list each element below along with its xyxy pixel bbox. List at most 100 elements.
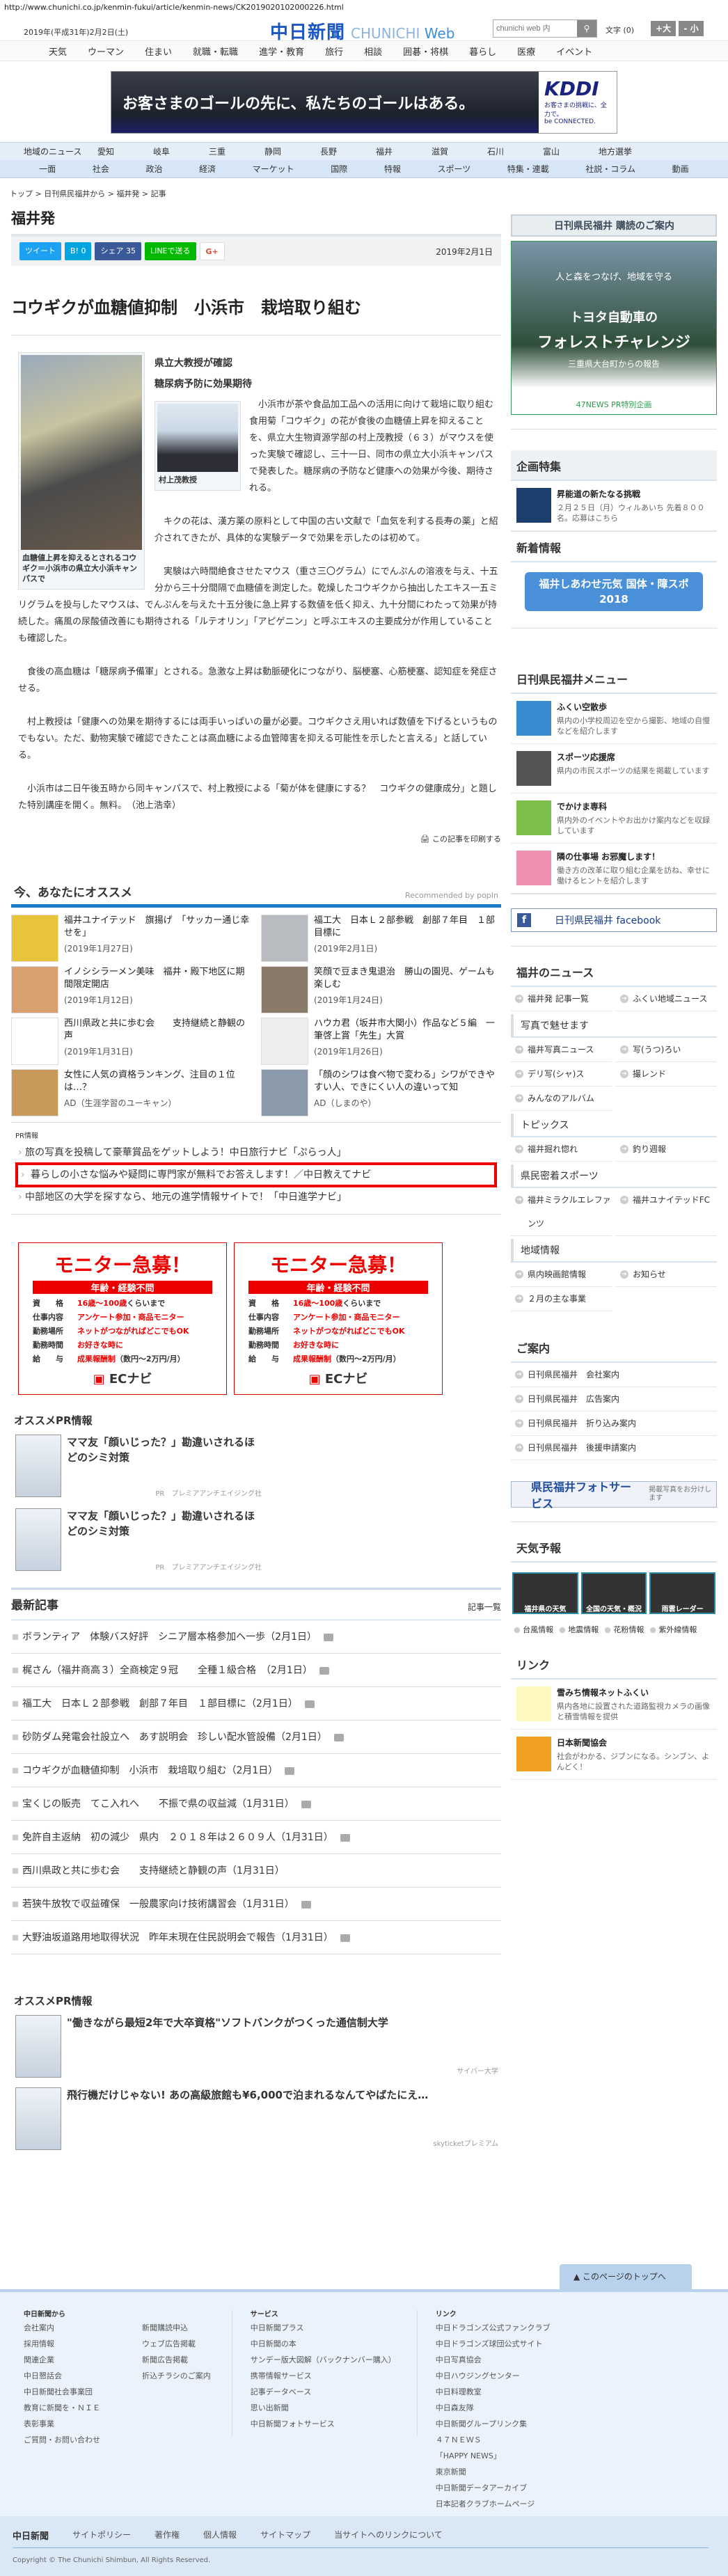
footer-link[interactable]: 記事データベース (251, 2384, 396, 2400)
link-item[interactable]: 日本新聞協会 社会がわかる、ジブンになる。シンブン、よんどく！ (511, 1730, 717, 1780)
pr-info-link[interactable]: 中部地区の大学を探すなら、地元の進学情報サイトで！「中日進学ナビ」 (15, 1187, 497, 1207)
latest-article-row[interactable]: ボランティア 体験バス好評 シニア層本格参加へ一歩（2月1日） (11, 1620, 501, 1654)
footer-link[interactable]: 日本記者クラブホームページ (436, 2496, 551, 2512)
footer-link[interactable]: 会社案内 (24, 2320, 100, 2336)
top-nav-item[interactable]: イベント (556, 45, 592, 58)
region-nav-item[interactable]: 愛知 (97, 145, 153, 157)
category-nav-item[interactable]: 政治 (145, 163, 162, 175)
category-nav-item[interactable]: 国際 (331, 163, 347, 175)
category-nav-item[interactable]: 経済 (199, 163, 216, 175)
recommend-item[interactable]: 福井ユナイテッド 旗揚げ 「サッカー通じ幸せを」 (2019年1月27日) (11, 915, 251, 962)
region-nav-item[interactable]: 静岡 (264, 145, 320, 157)
news-link[interactable]: 釣り週報 (616, 1137, 717, 1162)
pr-info-link[interactable]: 暮らしの小さな悩みや疑問に専門家が無料でお答えします！／中日教えてナビ (15, 1162, 497, 1187)
weather-link[interactable]: 地震情報 (559, 1624, 599, 1635)
menu-item[interactable]: ふくい空散歩 県内の小学校周辺を空から撮影、地域の自慢などを紹介します (511, 694, 717, 744)
footer-bottom-link[interactable]: 当サイトへのリンクについて (334, 2529, 443, 2542)
footer-link[interactable]: 中日ドラゴンズ公式ファンクラブ (436, 2320, 551, 2336)
category-nav-item[interactable]: スポーツ (437, 163, 470, 175)
kikaku-item[interactable]: 昇能道の新たなる挑戦 ２月２５日（月）ウィルあいち 先着８００名。応募はこちら (511, 481, 717, 531)
top-nav-item[interactable]: 旅行 (325, 45, 343, 58)
annai-link[interactable]: 日刊県民福井 広告案内 (511, 1387, 717, 1412)
footer-bottom-link[interactable]: サイトポリシー (72, 2529, 131, 2542)
facebook-banner[interactable]: f 日刊県民福井 facebook (511, 908, 717, 932)
region-nav-item[interactable]: 富山 (543, 145, 599, 157)
footer-link[interactable]: ウェブ広告掲載 (142, 2336, 211, 2352)
top-nav-item[interactable]: 進学・教育 (259, 45, 304, 58)
weather-link[interactable]: 花粉情報 (604, 1624, 644, 1635)
annai-link[interactable]: 日刊県民福井 後援申請案内 (511, 1436, 717, 1460)
recommend-item[interactable]: 西川県政と共に歩む会 支持継続と静観の声 (2019年1月31日) (11, 1018, 251, 1065)
footer-link[interactable]: サンデー版大図解（バックナンバー購入） (251, 2352, 396, 2368)
font-larger-button[interactable]: +大 (651, 21, 676, 36)
news-link[interactable]: ２月の主な事業 (511, 1287, 612, 1311)
portrait-photo[interactable]: 村上茂教授 (155, 401, 241, 491)
latest-article-row[interactable]: コウギクが血糖値抑制 小浜市 栽培取り組む（2月1日） (11, 1754, 501, 1787)
footer-link[interactable]: 中日ハウジングセンター (436, 2368, 551, 2384)
top-nav-item[interactable]: 住まい (145, 45, 172, 58)
article-photo[interactable]: 血糖値上昇を抑えるとされるコウギク＝小浜市の県立大小浜キャンパスで (18, 352, 145, 590)
news-link[interactable]: 福井掘れ惚れ (511, 1137, 612, 1162)
footer-link[interactable]: 中日新聞プラス (251, 2320, 396, 2336)
news-link[interactable]: 福井ミラクルエレファンツ (511, 1188, 612, 1236)
region-nav-item[interactable]: 長野 (320, 145, 376, 157)
category-nav-item[interactable]: 動画 (672, 163, 689, 175)
footer-link[interactable]: 折込チラシのご案内 (142, 2368, 211, 2384)
monitor-ad[interactable]: モニター急募！ 年齢・経験不問資 格 16歳～100歳くらいまで 仕事内容 アンケート参… (18, 1242, 227, 1395)
footer-link[interactable]: 教育に新聞を・ＮＩＥ (24, 2400, 100, 2416)
recommend-item[interactable]: イノシシラーメン美味 福井・殿下地区に期間限定開店 (2019年1月12日) (11, 966, 251, 1013)
menu-item[interactable]: 隣の仕事場 お邪魔します！ 働き方の改革に取り組む企業を訪ね、幸せに働けるヒントを… (511, 844, 717, 894)
recommended-by-popin[interactable]: Recommended by popIn (405, 891, 498, 900)
region-nav-item[interactable]: 福井 (376, 145, 432, 157)
page-top-button[interactable]: ▲ このページのトップへ (560, 2264, 692, 2289)
news-link[interactable]: みんなのアルバム (511, 1086, 612, 1111)
monitor-ad[interactable]: モニター急募！ 年齢・経験不問資 格 16歳～100歳くらいまで 仕事内容 アンケート参… (234, 1242, 443, 1395)
footer-link[interactable]: 中日写真協会 (436, 2352, 551, 2368)
news-link[interactable]: 福井ユナイテッドFC (616, 1188, 717, 1236)
footer-link[interactable]: 新聞広告掲載 (142, 2352, 211, 2368)
recommend-item[interactable]: ハウカ君（坂井市大関小）作品など５編 一筆啓上賞「先生」大賞 (2019年1月26… (261, 1018, 501, 1065)
region-nav-item[interactable]: 三重 (209, 145, 264, 157)
region-nav-item[interactable]: 滋賀 (432, 145, 487, 157)
footer-logo[interactable]: 中日新聞 (13, 2529, 49, 2542)
forest-challenge-ad[interactable]: 人と森をつなげ、地域を守る トヨタ自動車の フォレストチャレンジ 三重県大台町か… (511, 241, 717, 415)
footer-link[interactable]: 中日新聞グループリンク集 (436, 2416, 551, 2432)
osusume-pr-item[interactable]: "働きながら最短2年で大卒資格"ソフトバンクがつくった通信制大学 サイバー大学 (11, 2015, 501, 2087)
search-input[interactable] (493, 20, 577, 37)
news-link[interactable]: 福井写真ニュース (511, 1038, 612, 1062)
line-share-button[interactable]: LINEで送る (144, 242, 196, 260)
subscribe-banner[interactable]: 日刊県民福井 購読のご案内 (511, 214, 717, 237)
footer-link[interactable]: 中日料理教室 (436, 2384, 551, 2400)
footer-link[interactable]: 中日新聞データアーカイブ (436, 2480, 551, 2496)
latest-article-row[interactable]: 宝くじの販売 てこ入れへ 不振で県の収益減（1月31日） (11, 1787, 501, 1821)
site-logo[interactable]: 中日新聞 CHUNICHI Web (270, 18, 454, 44)
weather-tile[interactable]: 福井県の天気 (512, 1572, 578, 1614)
news-link[interactable]: デリ写(シャ)ス (511, 1062, 612, 1086)
top-nav-item[interactable]: ウーマン (88, 45, 124, 58)
link-item[interactable]: 雪みち情報ネットふくい 県内各地に設置された道路監視カメラの画像と積雪情報を提供 (511, 1680, 717, 1730)
footer-bottom-link[interactable]: サイトマップ (260, 2529, 310, 2542)
osusume-pr-item[interactable]: 飛行機だけじゃない! あの高級旅館も¥6,000で泊まれるなんてやばたにえ… sk… (11, 2087, 501, 2160)
category-nav-item[interactable]: 特集・連載 (507, 163, 549, 175)
category-nav-item[interactable]: 特報 (384, 163, 401, 175)
top-nav-item[interactable]: 医療 (517, 45, 535, 58)
footer-bottom-link[interactable]: 著作権 (155, 2529, 180, 2542)
news-link[interactable]: 県内映画館情報 (511, 1263, 612, 1287)
annai-link[interactable]: 日刊県民福井 会社案内 (511, 1363, 717, 1387)
footer-link[interactable]: 中日新聞の本 (251, 2336, 396, 2352)
tweet-button[interactable]: ツイート (19, 242, 61, 260)
weather-link[interactable]: 紫外線情報 (649, 1624, 697, 1635)
latest-article-row[interactable]: 大野油坂道路用地取得状況 昨年末現在住民説明会で報告（1月31日） (11, 1921, 501, 1954)
weather-link[interactable]: 台風情報 (514, 1624, 553, 1635)
latest-article-row[interactable]: 砂防ダム発電会社設立へ あす説明会 珍しい配水管設備（2月1日） (11, 1721, 501, 1754)
news-link[interactable]: ふくい地域ニュース (616, 987, 717, 1011)
latest-article-row[interactable]: 若狭牛放牧で収益確保 一般農家向け技術講習会（1月31日） (11, 1888, 501, 1921)
top-nav-item[interactable]: 天気 (49, 45, 67, 58)
menu-item[interactable]: スポーツ応援席 県内の市民スポーツの結果を掲載しています (511, 744, 717, 793)
footer-link[interactable]: 表彰事業 (24, 2416, 100, 2432)
latest-article-row[interactable]: 西川県政と共に歩む会 支持継続と静観の声（1月31日） (11, 1854, 501, 1888)
print-article-link[interactable]: 🖨 この記事を印刷する (18, 831, 501, 848)
top-nav-item[interactable]: 囲碁・将棋 (403, 45, 448, 58)
recommend-item[interactable]: 笑顔で豆まき鬼退治 勝山の園児、ゲームも楽しむ (2019年1月24日) (261, 966, 501, 1013)
font-smaller-button[interactable]: - 小 (679, 21, 704, 36)
